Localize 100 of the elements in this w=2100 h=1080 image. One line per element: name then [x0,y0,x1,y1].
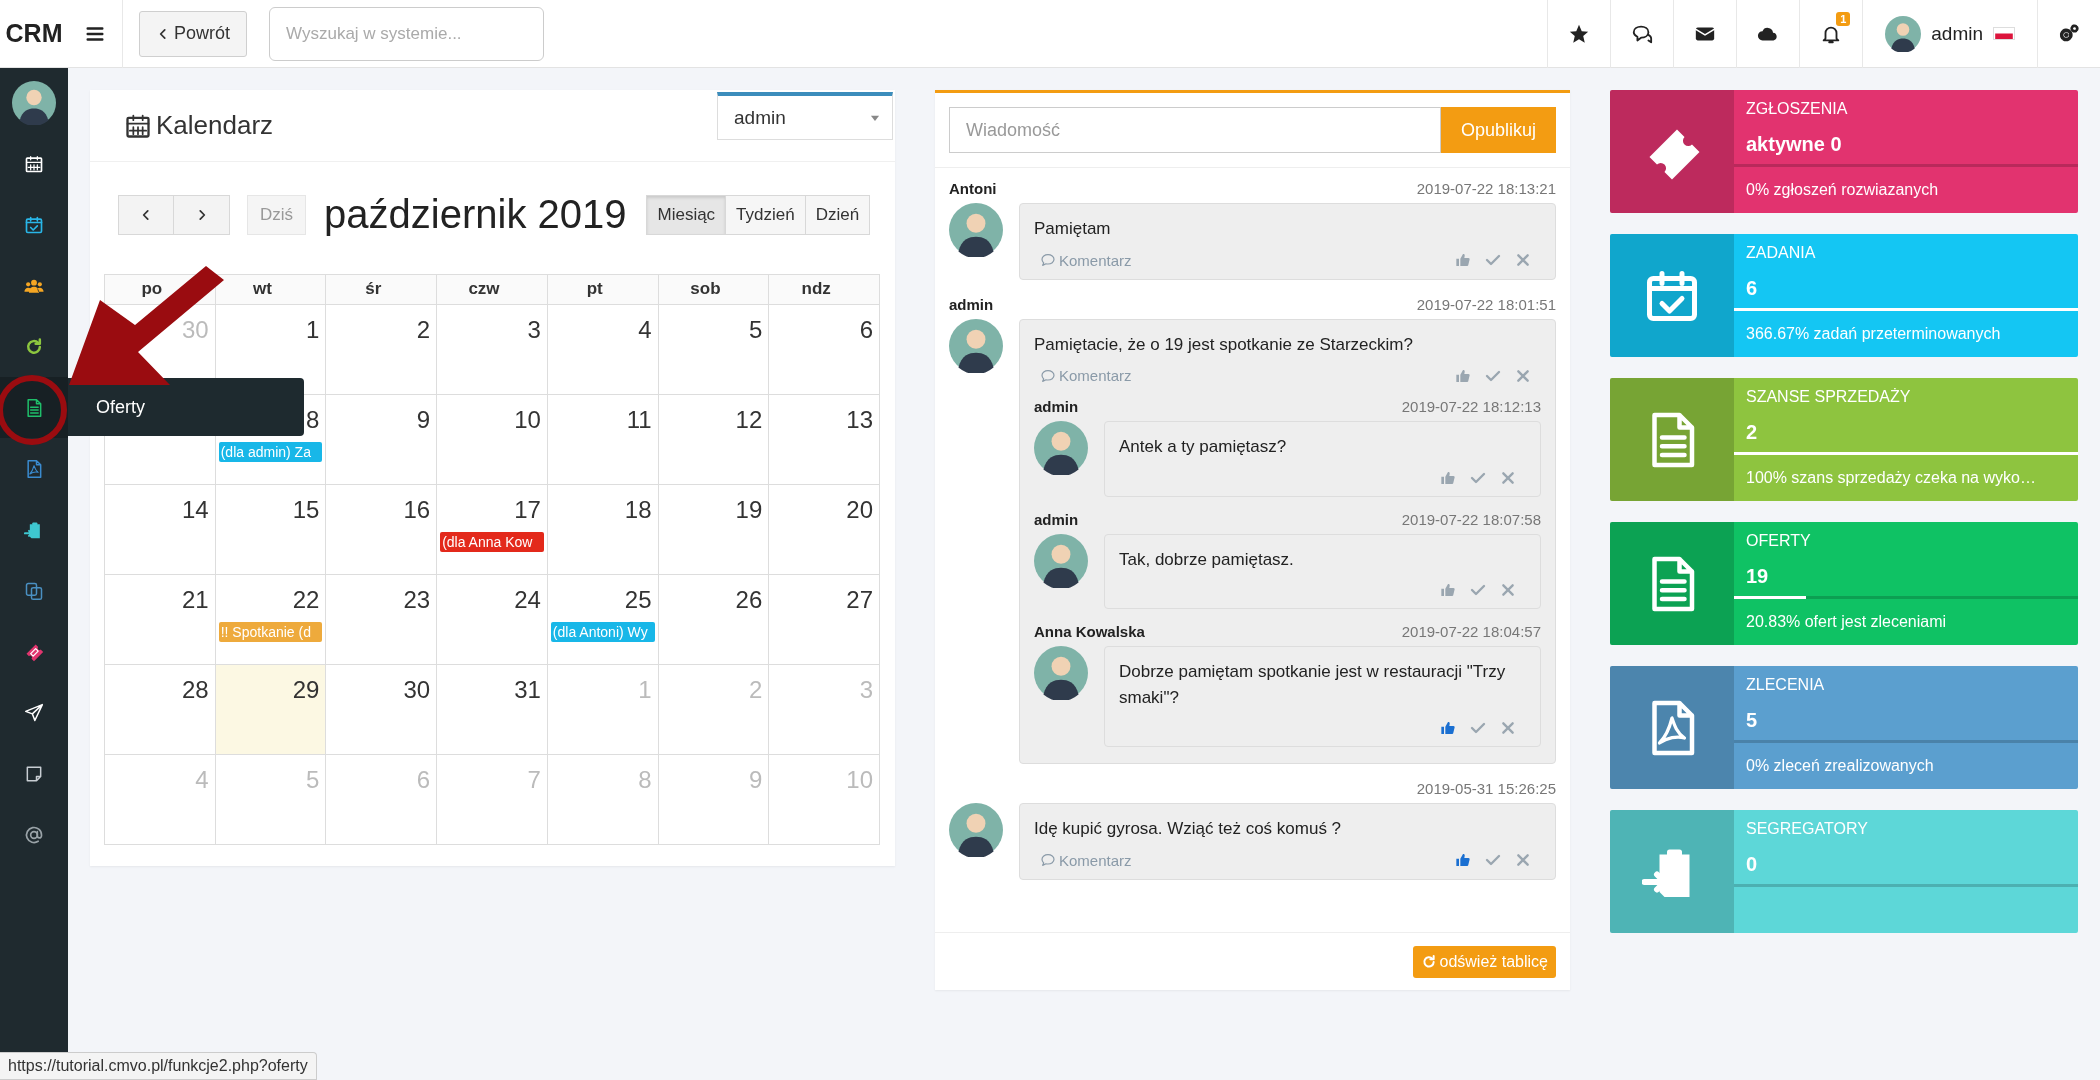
calendar-day[interactable]: 24 [437,575,548,665]
day-number: 6 [416,766,432,794]
calendar-day[interactable]: 8 (dla admin) Za [215,395,327,485]
stat-description: 100% szans sprzedaży czeka na wyko… [1746,469,2036,487]
day-number: 5 [748,316,764,344]
close-icon[interactable] [1500,469,1516,486]
check-icon[interactable] [1485,852,1501,868]
calendar-day[interactable]: 9 [326,395,438,485]
day-number: 23 [403,586,432,614]
author-name: admin [1034,398,1079,415]
thumbs-up-icon[interactable] [1455,367,1471,384]
avatar-icon [949,203,1003,257]
thumbs-up-icon[interactable] [1440,720,1456,736]
calendar-day[interactable]: 18 [547,485,659,575]
calendar-day[interactable]: 2 [326,305,438,395]
calendar-day[interactable]: 1 [215,305,327,395]
close-icon[interactable] [1500,720,1516,736]
day-number: 9 [416,406,432,434]
calendar-day[interactable]: 22 !! Spotkanie (d [215,575,327,665]
message-text: Dobrze pamiętam spotkanie jest w restauracji "Trzy smaki"? [1119,661,1507,709]
user-menu[interactable]: admin [1862,0,2037,68]
calendar-day[interactable]: 11 [547,395,659,485]
timestamp: 2019-07-22 18:12:13 [1401,398,1541,415]
thumbs-up-icon[interactable] [1440,469,1456,486]
stat-value: 19 [1745,564,1770,589]
day-number: 3 [527,316,542,344]
day-number: 2 [748,676,764,704]
stat-card[interactable]: ZGŁOSZENIA aktywne 0 0% zgłoszeń rozwiazanych [1610,90,2078,213]
day-number: 9 [748,766,764,794]
stat-title: ZADANIA [1745,243,1817,263]
check-icon[interactable] [1485,252,1501,268]
timestamp: 2019-07-22 18:13:21 [1416,180,1556,197]
calendar-day[interactable]: 21 [105,575,216,665]
calendar-day[interactable]: 31 [437,665,548,755]
day-number: 10 [514,406,542,434]
stat-description: 0% zleceń zrealizowanych [1746,757,1934,775]
calendar-day[interactable]: 5 [658,305,770,395]
user-dropdown[interactable]: admin [717,92,893,140]
thumbs-up-icon[interactable] [1455,252,1471,268]
calendar-day[interactable]: 17 (dla Anna Kow [437,485,548,575]
day-number: 30 [182,316,210,344]
thumbs-up-icon[interactable] [1455,852,1471,868]
card-title: Kalendarz [156,110,274,141]
day-number: 1 [306,316,321,344]
close-icon[interactable] [1515,367,1531,384]
calendar-day[interactable]: 6 [769,305,880,395]
calendar-day[interactable]: 27 [769,575,880,665]
calendar-day[interactable]: 13 [769,395,880,485]
flag-icon [1993,27,2015,40]
stat-value: 5 [1745,708,1759,733]
status-url: https://tutorial.cmvo.pl/funkcje2.php?oferty [0,1052,317,1080]
message-text: Pamiętam [1034,218,1112,240]
day-number: 6 [859,316,874,344]
calendar-day[interactable]: 30 [326,665,438,755]
day-number: 16 [403,496,432,524]
calendar-day[interactable]: 3 [437,305,548,395]
view-tab[interactable]: Tydzień [726,194,806,235]
calendar-day[interactable]: 23 [326,575,438,665]
weekday-header: czw [437,275,548,305]
calendar-day[interactable]: 25 (dla Antoni) Wy [547,575,659,665]
calendar-day[interactable]: 14 [105,485,216,575]
calendar-day[interactable]: 20 [769,485,880,575]
close-icon[interactable] [1515,252,1531,268]
calendar-day[interactable]: 10 [437,395,548,485]
comment-icon [1040,852,1056,868]
stat-value: 6 [1745,276,1759,301]
calendar-day[interactable]: 26 [658,575,770,665]
refresh-icon [1420,953,1437,970]
calendar-day[interactable]: 4 [547,305,659,395]
stat-title: ZLECENIA [1745,675,1826,695]
timestamp: 2019-05-31 15:26:25 [1416,780,1556,797]
close-icon[interactable] [1515,852,1531,868]
calendar-day[interactable]: 15 [215,485,327,575]
logo[interactable]: CRM [0,19,68,48]
close-icon[interactable] [1500,582,1516,598]
view-tab[interactable]: Dzień [805,194,871,235]
calendar-day[interactable]: 12 [658,395,770,485]
comment-icon [1040,367,1056,384]
stat-description: 366.67% zadań przeterminowanych [1746,325,2001,343]
back-button[interactable]: Powrót [139,10,248,57]
calendar-day[interactable]: 28 [105,665,216,755]
day-number: 18 [624,496,653,524]
weekday-header: pt [547,275,659,305]
check-icon[interactable] [1470,582,1486,598]
author-name: Antoni [949,180,997,197]
day-number: 22 [292,586,321,614]
view-tab[interactable]: Miesiąc [646,194,727,235]
calendar-event[interactable]: (dla Anna Kow [440,532,544,552]
day-number: 30 [403,676,432,704]
search-field[interactable]: Wyszukaj w systemie... [269,6,545,61]
day-number: 24 [514,586,542,614]
day-number: 5 [306,766,321,794]
calendar-day[interactable]: 19 [658,485,770,575]
calendar-day[interactable]: 29 [215,665,327,755]
thumbs-up-icon[interactable] [1440,582,1456,598]
tooltip: Oferty [68,378,304,436]
day-number: 13 [846,406,874,434]
calendar-day[interactable]: 16 [326,485,438,575]
check-icon[interactable] [1470,720,1486,736]
stat-value: 0 [1745,852,1759,877]
